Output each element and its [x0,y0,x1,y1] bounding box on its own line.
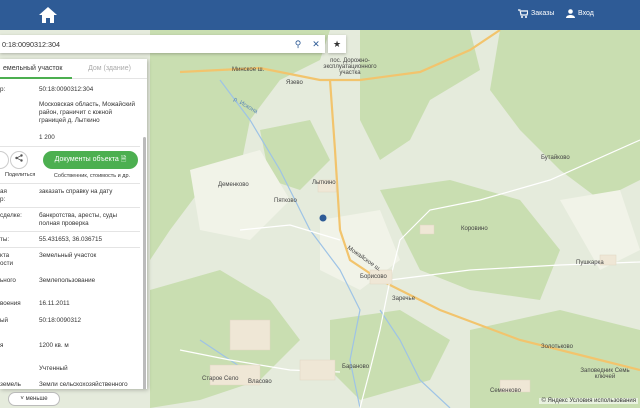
orders-label: Заказы [531,10,555,17]
row-key: воения [0,300,21,307]
detail-value: Земельный участок [39,252,97,259]
road-label: Минское ш. [232,67,265,73]
detail-value: Землепользование [39,277,96,284]
place-label: Заповедник Семь ключей [580,368,630,380]
row-key: я [0,342,4,349]
row-key: сделке: [0,212,22,219]
login-button[interactable]: Вход [566,9,594,18]
home-icon[interactable] [38,6,58,24]
row-key: ты: [0,236,10,243]
cadastral-search: 0:18:0090312:304 ⚲ ✕ [0,35,325,53]
favorite-star-icon[interactable]: ★ [328,35,346,53]
row-key: ая р: [0,188,7,203]
cadastral-number-link[interactable]: 50:18:0090312:304 [39,86,139,94]
object-type-tabs: емельный участок Дом (здание) [0,59,147,79]
search-input[interactable]: 0:18:0090312:304 [0,40,289,49]
share-icon [15,154,23,162]
place-label: Язево [286,80,303,86]
detail-value: 16.11.2011 [39,300,70,307]
orders-button[interactable]: Заказы [518,9,554,18]
place-label: пос. Дорожно-эксплуатационного участка [323,58,377,76]
parcel-marker[interactable] [319,214,327,222]
place-label: Старое Село [202,376,239,382]
clear-icon[interactable]: ✕ [307,39,325,50]
detail-value: 1200 кв. м [39,342,69,349]
place-label: Коровино [461,226,488,232]
place-label: Бутайково [541,155,570,161]
row-key: земель [0,381,21,388]
place-label: Деменково [218,182,249,188]
share-label-row: Поделиться [5,171,45,179]
row-key: ый [0,317,9,324]
detail-value: Учтенный [39,365,68,372]
row-key: ьного [0,277,16,284]
docs-subtitle: Собственник, стоимость и др. [53,173,131,179]
detail-value: Земли сельскохозяйственного [39,381,128,388]
tab-building[interactable]: Дом (здание) [72,59,147,79]
object-info-panel: емельный участок Дом (здание) р: 50:18:0… [0,59,147,389]
place-label: Семенково [490,388,521,394]
map-copyright[interactable]: © Яндекс Условия использования [539,398,638,404]
share-button[interactable] [10,151,28,169]
place-label: Пятково [274,198,297,204]
place-label: Борисово [360,274,387,280]
address-value: Московская область, Можайский район, гра… [39,101,136,124]
top-bar: Заказы Вход [0,0,640,30]
place-label: Власово [248,379,272,385]
place-label: Пушкарка [576,260,604,266]
panel-scrollbar[interactable] [143,137,146,389]
tab-land-parcel[interactable]: емельный участок [0,59,72,79]
place-label: Лыткино [312,180,336,186]
coordinates-value: 55.431653, 36.036715 [39,236,103,243]
docs-button-label: Документы объекта [54,156,119,163]
toggle-label: меньше [25,396,48,402]
share-label: Поделиться [5,172,36,178]
login-label: Вход [578,10,594,17]
user-icon [566,9,575,18]
detail-value: банкротства, аресты, суды [39,212,118,219]
detail-value: 50:18:0090312 [39,317,82,324]
area-value: 1 200 [39,134,55,141]
object-documents-button[interactable]: Документы объекта 🗎 [43,151,138,169]
full-check-link[interactable]: полная проверка [39,220,139,228]
docs-sub-row: Собственник, стоимость и др. [42,172,142,180]
row-key: р: [0,86,6,93]
place-label: Золотьково [541,344,573,350]
search-icon[interactable]: ⚲ [289,39,307,50]
toggle-map-button[interactable]: ˅ меньше [8,392,60,406]
cart-icon [518,9,528,18]
place-label: Заречье [392,296,416,302]
chevron-down-icon: ˅ [20,396,24,402]
row-key: кта ости [0,252,14,267]
document-icon: 🗎 [120,156,127,163]
place-label: Бараново [342,364,370,370]
order-statement-link[interactable]: заказать справку на дату [39,188,139,196]
collapse-button[interactable] [0,151,9,169]
